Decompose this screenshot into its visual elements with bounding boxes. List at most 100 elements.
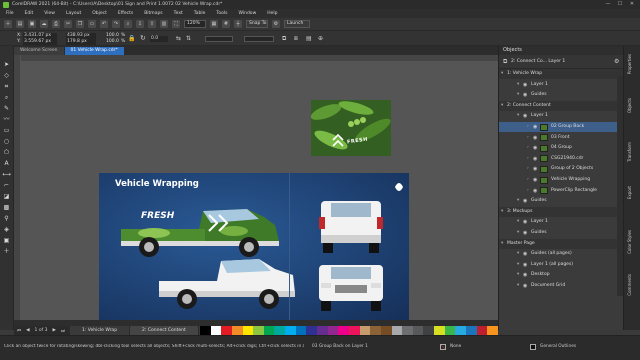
expand-chevron-icon[interactable]: › <box>527 133 529 143</box>
layer-node[interactable]: ▾ ◉ Layer 1 <box>499 80 624 90</box>
layer-node[interactable]: ▾ ◉ Guides (all pages) <box>499 249 624 259</box>
next-page-icon[interactable]: ▶ <box>52 328 55 333</box>
page-tab-1[interactable]: 1: Vehicle Wrap <box>70 326 130 335</box>
expand-chevron-icon[interactable]: ▾ <box>517 249 519 259</box>
side-tab[interactable]: Color Styles <box>627 230 638 254</box>
text-tool-icon[interactable]: A <box>2 159 11 168</box>
shape-tool-icon[interactable]: ◇ <box>2 71 11 80</box>
layer-node[interactable]: ▾ ◉ Document Grid <box>499 281 624 291</box>
tab-welcome-screen[interactable]: Welcome Screen <box>14 47 64 55</box>
eyedropper-tool-icon[interactable]: ⚲ <box>2 214 11 223</box>
print-icon[interactable]: ⎙ <box>52 20 60 28</box>
to-front-icon[interactable]: ⧉ <box>282 35 286 43</box>
import-icon[interactable]: ⇩ <box>136 20 144 28</box>
side-tab[interactable]: Export <box>627 186 638 199</box>
palette-swatch[interactable] <box>242 326 254 335</box>
visibility-eye-icon[interactable]: ◉ <box>523 249 527 259</box>
menu-object[interactable]: Object <box>92 11 107 16</box>
lock-ratio-icon[interactable]: 🔒 <box>128 35 135 42</box>
prev-page-icon[interactable]: ◀ <box>26 328 29 333</box>
expand-chevron-icon[interactable]: ▾ <box>517 217 519 227</box>
transparency-tool-icon[interactable]: ▩ <box>2 203 11 212</box>
side-tab[interactable]: Comments <box>627 274 638 296</box>
close-button[interactable]: ✕ <box>626 0 638 9</box>
object-node[interactable]: › ◉ 03 Front <box>499 133 624 143</box>
cloud-icon[interactable]: ☁ <box>40 20 48 28</box>
new-document-icon[interactable]: ＋ <box>4 20 12 28</box>
settings-icon[interactable]: ⚙ <box>272 20 280 28</box>
palette-swatch[interactable] <box>210 326 222 335</box>
full-screen-icon[interactable]: ⛶ <box>172 20 180 28</box>
palette-swatch[interactable] <box>306 326 318 335</box>
tab-vehicle-wrap[interactable]: 01 Vehicle Wrap.cdr* <box>64 47 124 55</box>
copy-icon[interactable]: ❐ <box>76 20 84 28</box>
layer-node[interactable]: ▾ ◉ Layer 1 <box>499 217 624 227</box>
palette-swatch[interactable] <box>253 326 264 335</box>
visibility-eye-icon[interactable]: ◉ <box>523 270 527 280</box>
visibility-eye-icon[interactable]: ◉ <box>523 90 527 100</box>
crop-tool-icon[interactable]: ⌗ <box>2 82 11 91</box>
layer-node[interactable]: ▾ ◉ Guides <box>499 196 624 206</box>
expand-chevron-icon[interactable]: › <box>527 164 529 174</box>
visibility-eye-icon[interactable]: ◉ <box>533 122 537 132</box>
export-icon[interactable]: ⇧ <box>148 20 156 28</box>
outline-swatch-icon[interactable] <box>530 344 536 350</box>
palette-swatch[interactable] <box>434 326 445 335</box>
layer-stack-icon[interactable]: ⧉ <box>503 58 507 66</box>
last-page-icon[interactable]: ⏭ <box>61 328 65 334</box>
palette-swatch[interactable] <box>338 326 349 335</box>
visibility-eye-icon[interactable]: ◉ <box>523 281 527 291</box>
ellipse-tool-icon[interactable]: ○ <box>2 137 11 146</box>
page-node[interactable]: ▾ Master Page <box>499 238 624 249</box>
fill-swatch-icon[interactable] <box>440 344 446 350</box>
object-node[interactable]: › ◉ Vehicle Wrapping <box>499 175 624 185</box>
parallel-dimension-tool-icon[interactable]: ⟷ <box>2 170 11 179</box>
object-node[interactable]: › ◉ PowerClip Rectangle <box>499 186 624 196</box>
menu-bitmaps[interactable]: Bitmaps <box>144 11 162 16</box>
expand-chevron-icon[interactable]: › <box>527 175 529 185</box>
scale-width-field[interactable]: 100.0 <box>106 33 119 38</box>
to-back-icon[interactable]: ⧈ <box>294 35 298 43</box>
height-field[interactable]: 179.8 px <box>66 39 96 45</box>
visibility-eye-icon[interactable]: ◉ <box>533 175 537 185</box>
first-page-icon[interactable]: ⏮ <box>17 328 21 334</box>
horizontal-ruler[interactable] <box>21 55 498 62</box>
visibility-eye-icon[interactable]: ◉ <box>533 164 537 174</box>
visibility-eye-icon[interactable]: ◉ <box>533 186 537 196</box>
visibility-eye-icon[interactable]: ◉ <box>533 143 537 153</box>
palette-swatch[interactable] <box>231 326 243 335</box>
add-tool-icon[interactable]: ＋ <box>2 247 11 256</box>
palette-swatch[interactable] <box>359 326 371 335</box>
artistic-media-tool-icon[interactable]: 〰 <box>2 115 11 124</box>
minimize-button[interactable]: — <box>602 0 614 9</box>
menu-effects[interactable]: Effects <box>118 11 133 16</box>
cut-icon[interactable]: ✂ <box>64 20 72 28</box>
palette-swatch[interactable] <box>200 326 211 335</box>
expand-chevron-icon[interactable]: › <box>527 186 529 196</box>
visibility-eye-icon[interactable]: ◉ <box>523 228 527 238</box>
expand-chevron-icon[interactable]: ▾ <box>517 80 519 90</box>
interactive-fill-tool-icon[interactable]: ◈ <box>2 225 11 234</box>
palette-swatch[interactable] <box>317 326 328 335</box>
y-position-field[interactable]: 3.559.67 px <box>23 39 57 45</box>
maximize-button[interactable]: ☐ <box>614 0 626 9</box>
layer-node[interactable]: ▾ ◉ Layer 1 (all pages) <box>499 260 624 270</box>
connector-tool-icon[interactable]: ⌐ <box>2 181 11 190</box>
menu-file[interactable]: File <box>6 11 14 16</box>
snap-to-dropdown[interactable]: Snap To <box>246 20 268 28</box>
palette-swatch[interactable] <box>391 326 403 335</box>
palette-swatch[interactable] <box>348 326 360 335</box>
object-node[interactable]: › ◉ 04 Group <box>499 143 624 153</box>
layer-node[interactable]: ▾ ◉ Desktop <box>499 270 624 280</box>
smart-fill-tool-icon[interactable]: ▣ <box>2 236 11 245</box>
expand-chevron-icon[interactable]: ▾ <box>517 90 519 100</box>
menu-window[interactable]: Window <box>239 11 257 16</box>
expand-chevron-icon[interactable]: ▾ <box>517 196 519 206</box>
drop-shadow-tool-icon[interactable]: ◪ <box>2 192 11 201</box>
page-node[interactable]: ▾ 1: Vehicle Wrap <box>499 69 624 79</box>
palette-swatch[interactable] <box>412 326 424 335</box>
palette-swatch[interactable] <box>263 326 275 335</box>
palette-swatch[interactable] <box>476 326 488 335</box>
expand-chevron-icon[interactable]: ▾ <box>501 207 503 217</box>
rotation-angle-field[interactable]: 0.0 <box>150 36 168 42</box>
